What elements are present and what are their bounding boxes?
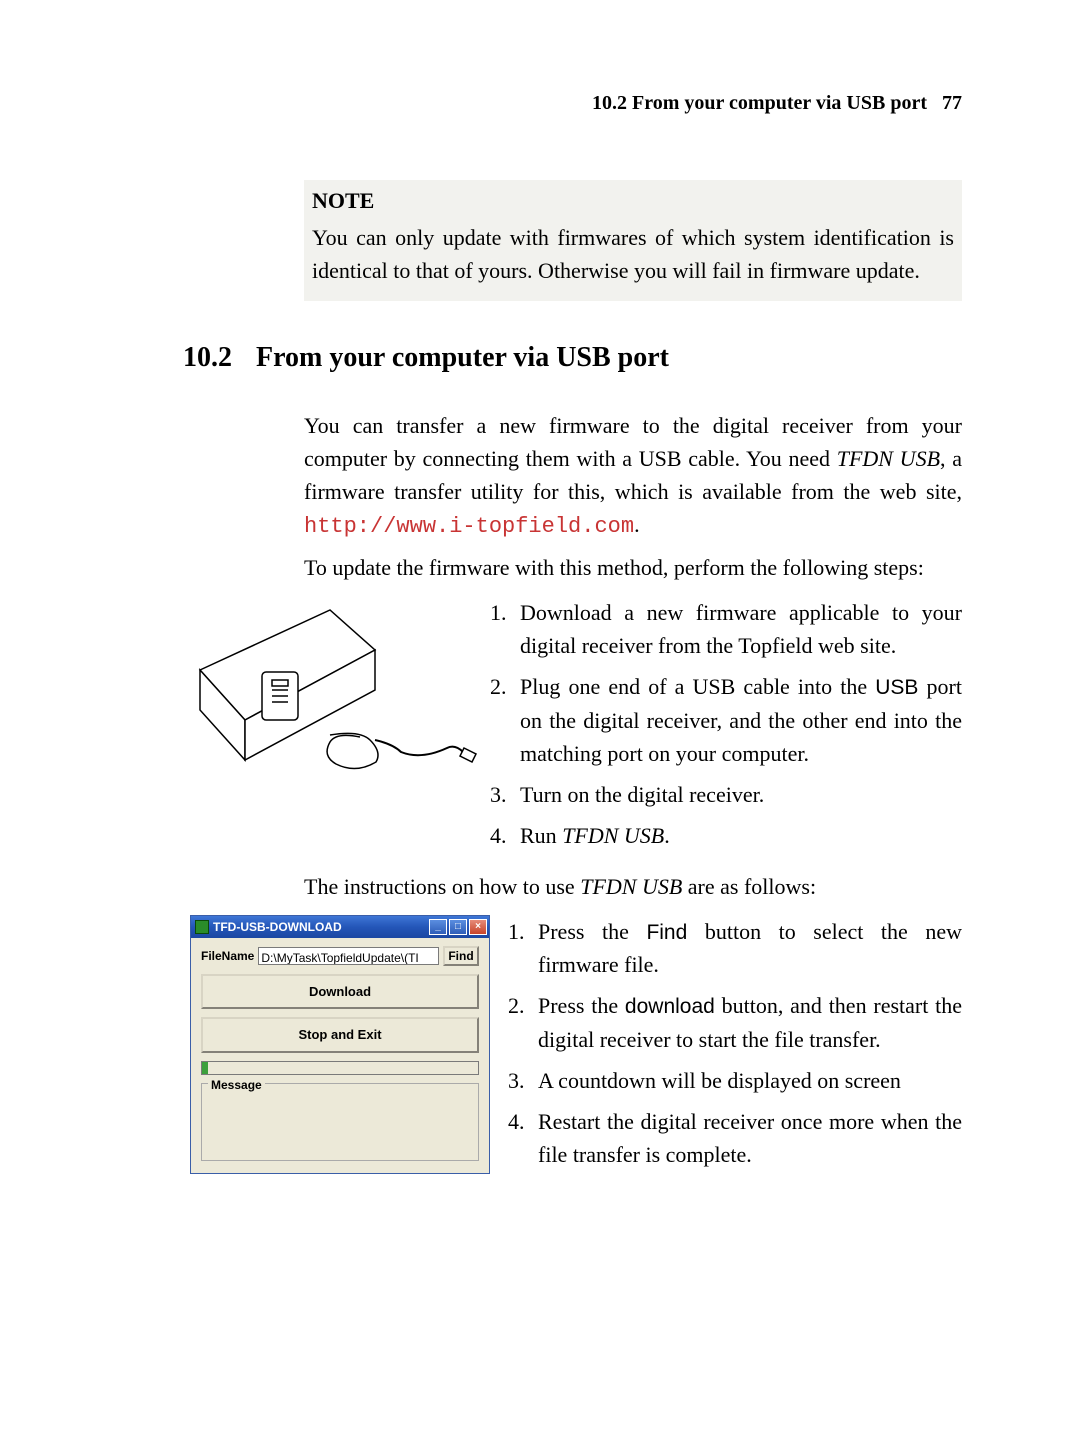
stop-and-exit-button[interactable]: Stop and Exit [201,1017,479,1053]
step-b3: A countdown will be displayed on screen [508,1064,962,1097]
usb-port-label: USB [875,676,918,699]
step-a4: Run TFDN USB. [490,819,962,852]
section-number: 10.2 [170,337,256,379]
download-button[interactable]: Download [201,974,479,1010]
maximize-button[interactable]: □ [449,919,467,935]
steps-list-b: Press the Find button to select the new … [508,915,962,1171]
note-label: NOTE [312,184,954,217]
window-title: TFD-USB-DOWNLOAD [213,918,429,936]
note-text: You can only update with firmwares of wh… [312,221,954,287]
step-a2: Plug one end of a USB cable into the USB… [490,670,962,770]
step-a1: Download a new firmware applicable to yo… [490,596,962,662]
section-title: From your computer via USB port [256,337,669,379]
progress-bar [201,1061,479,1075]
steps-list-a: Download a new firmware applicable to yo… [490,596,962,852]
filename-input[interactable]: D:\MyTask\TopfieldUpdate\(TI [258,947,439,965]
tfd-usb-window: TFD-USB-DOWNLOAD _ □ × FileName D:\MyTas… [190,915,490,1174]
step-b1: Press the Find button to select the new … [508,915,962,982]
step-b4: Restart the digital receiver once more w… [508,1105,962,1171]
minimize-button[interactable]: _ [429,919,447,935]
find-button[interactable]: Find [443,946,479,966]
mid-instruction-line: The instructions on how to use TFDN USB … [304,870,962,903]
step-a3: Turn on the digital receiver. [490,778,962,811]
message-label: Message [208,1076,265,1094]
topfield-url[interactable]: http://www.i-topfield.com [304,514,634,539]
header-section-ref: 10.2 From your computer via USB port [592,92,927,114]
app-icon [195,920,209,934]
close-button[interactable]: × [469,919,487,935]
usb-diagram [190,596,490,809]
intro-paragraph-1: You can transfer a new firmware to the d… [304,409,962,543]
filename-label: FileName [201,947,254,965]
note-block: NOTE You can only update with firmwares … [304,180,962,301]
tfdn-usb-name: TFDN USB [837,446,940,471]
section-heading: 10.2 From your computer via USB port [170,337,962,379]
page-header: 10.2 From your computer via USB port 77 [170,88,962,118]
window-titlebar: TFD-USB-DOWNLOAD _ □ × [191,916,489,938]
step-b2: Press the download button, and then rest… [508,989,962,1056]
header-page-number: 77 [942,92,962,114]
find-button-ref: Find [646,921,687,944]
download-button-ref: download [625,995,715,1018]
intro-paragraph-2: To update the firmware with this method,… [304,551,962,584]
message-box: Message [201,1083,479,1161]
